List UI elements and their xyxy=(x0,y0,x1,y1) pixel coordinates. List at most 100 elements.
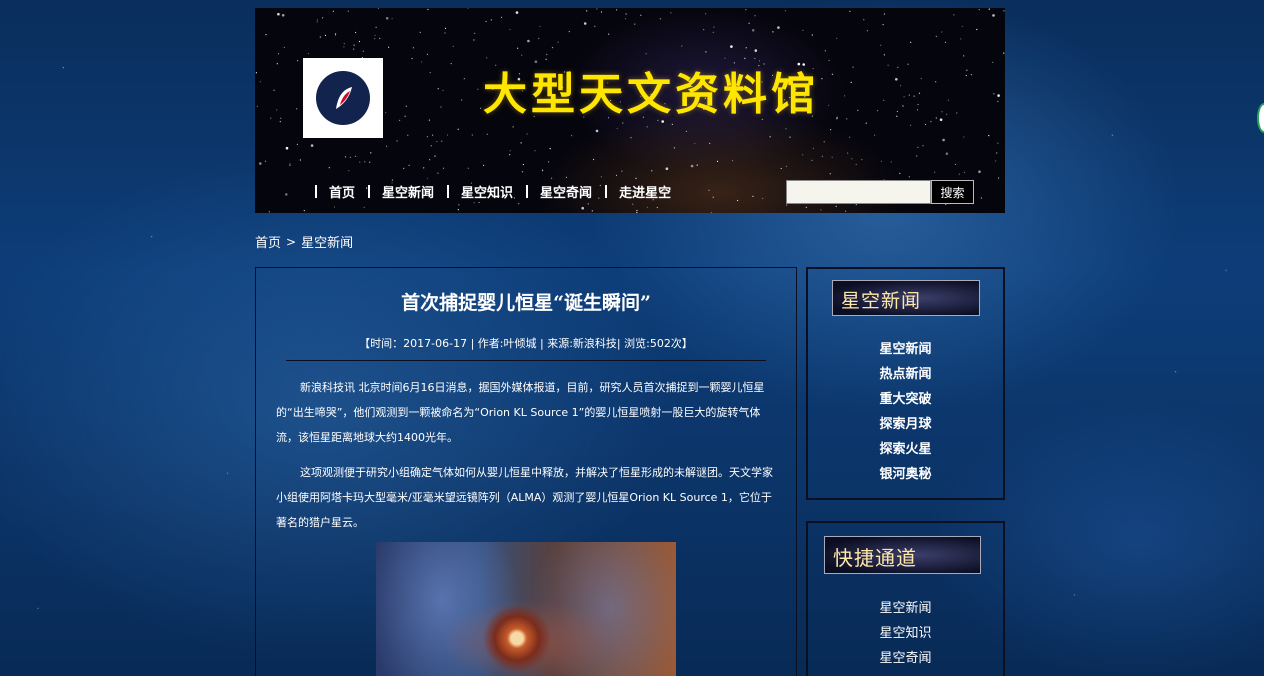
star xyxy=(811,159,813,161)
star xyxy=(716,160,719,162)
star xyxy=(980,197,982,199)
sidebar-item-breakthrough[interactable]: 重大突破 xyxy=(808,387,1003,412)
star xyxy=(518,203,520,205)
nav-label: 首页 xyxy=(329,186,356,201)
star xyxy=(436,140,438,143)
star xyxy=(259,81,261,83)
star xyxy=(334,34,337,36)
star xyxy=(473,202,475,204)
star xyxy=(910,124,912,126)
star xyxy=(289,163,291,165)
sidebar-item-news[interactable]: 星空新闻 xyxy=(808,337,1003,362)
star xyxy=(917,103,919,106)
star xyxy=(621,170,623,172)
article-meta: 【时间：2017-06-17 | 作者:叶倾城 | 来源:新浪科技| 浏览:50… xyxy=(359,337,693,350)
sidebar-item-moon[interactable]: 探索月球 xyxy=(808,412,1003,437)
star xyxy=(681,45,683,47)
star xyxy=(297,60,299,62)
star xyxy=(486,133,488,135)
star xyxy=(281,14,285,17)
star xyxy=(586,10,588,12)
star xyxy=(922,145,924,147)
star xyxy=(656,206,658,209)
star xyxy=(405,105,407,107)
star xyxy=(883,99,885,101)
star xyxy=(457,209,459,211)
nav-item-knowledge[interactable]: 星空知识 xyxy=(447,182,526,201)
star xyxy=(882,24,884,26)
star xyxy=(452,45,454,48)
star xyxy=(913,95,915,97)
star xyxy=(863,19,865,21)
quick-item-knowledge[interactable]: 星空知识 xyxy=(808,621,1003,646)
star xyxy=(710,211,712,213)
star xyxy=(299,159,301,161)
star xyxy=(762,197,764,200)
star xyxy=(500,16,503,18)
star xyxy=(277,53,280,55)
star xyxy=(635,177,637,179)
star xyxy=(785,128,787,130)
star xyxy=(473,39,475,41)
star xyxy=(920,78,922,80)
breadcrumb-home[interactable]: 首页 xyxy=(255,232,281,251)
star xyxy=(587,203,589,205)
star xyxy=(328,167,330,169)
star xyxy=(828,59,830,62)
breadcrumb-current[interactable]: 星空新闻 xyxy=(301,232,353,251)
search-button[interactable]: 搜索 xyxy=(931,180,974,204)
quick-item-news[interactable]: 星空新闻 xyxy=(808,596,1003,621)
star xyxy=(467,167,469,169)
star xyxy=(276,63,278,65)
search-input[interactable] xyxy=(786,180,931,204)
star xyxy=(852,66,854,68)
sidebar-quick-list: 星空新闻 星空知识 星空奇闻 xyxy=(808,596,1003,671)
star xyxy=(581,206,584,210)
star xyxy=(780,167,782,170)
sidebar-item-hot[interactable]: 热点新闻 xyxy=(808,362,1003,387)
nav-label: 星空知识 xyxy=(461,186,514,201)
star xyxy=(754,15,756,17)
nav-item-news[interactable]: 星空新闻 xyxy=(368,182,447,201)
nav-item-oddities[interactable]: 星空奇闻 xyxy=(526,182,605,201)
nav-item-explore[interactable]: 走进星空 xyxy=(605,182,684,201)
star xyxy=(754,49,758,52)
floating-widget[interactable] xyxy=(1257,103,1264,133)
quick-item-oddities[interactable]: 星空奇闻 xyxy=(808,646,1003,671)
star xyxy=(670,12,672,14)
star xyxy=(942,138,945,142)
star xyxy=(259,162,262,165)
star xyxy=(730,45,733,48)
star xyxy=(745,47,747,49)
star xyxy=(855,204,857,206)
star xyxy=(855,163,857,166)
star xyxy=(354,155,357,157)
star xyxy=(285,193,288,196)
sidebar-item-galaxy[interactable]: 银河奥秘 xyxy=(808,462,1003,487)
star xyxy=(939,118,943,121)
star xyxy=(388,46,390,48)
star xyxy=(343,46,345,48)
star xyxy=(705,51,707,53)
site-logo[interactable] xyxy=(303,58,383,138)
star xyxy=(270,117,272,119)
star xyxy=(954,163,957,165)
star xyxy=(941,111,943,113)
star xyxy=(966,69,968,71)
star xyxy=(789,136,791,138)
star xyxy=(485,20,487,23)
star xyxy=(883,13,886,15)
star xyxy=(521,171,524,173)
search-bar: 搜索 xyxy=(786,180,974,204)
nav-item-home[interactable]: 首页 xyxy=(315,182,368,201)
star xyxy=(437,88,439,90)
star xyxy=(303,210,305,212)
star xyxy=(419,31,421,33)
star xyxy=(477,88,479,90)
star xyxy=(324,34,327,36)
star xyxy=(353,48,355,50)
star xyxy=(632,203,634,205)
sidebar-item-mars[interactable]: 探索火星 xyxy=(808,437,1003,462)
star xyxy=(887,64,889,66)
page-header: 大型天文资料馆 首页 星空新闻 星空知识 星空奇闻 走进星空 搜索 xyxy=(255,8,1005,213)
